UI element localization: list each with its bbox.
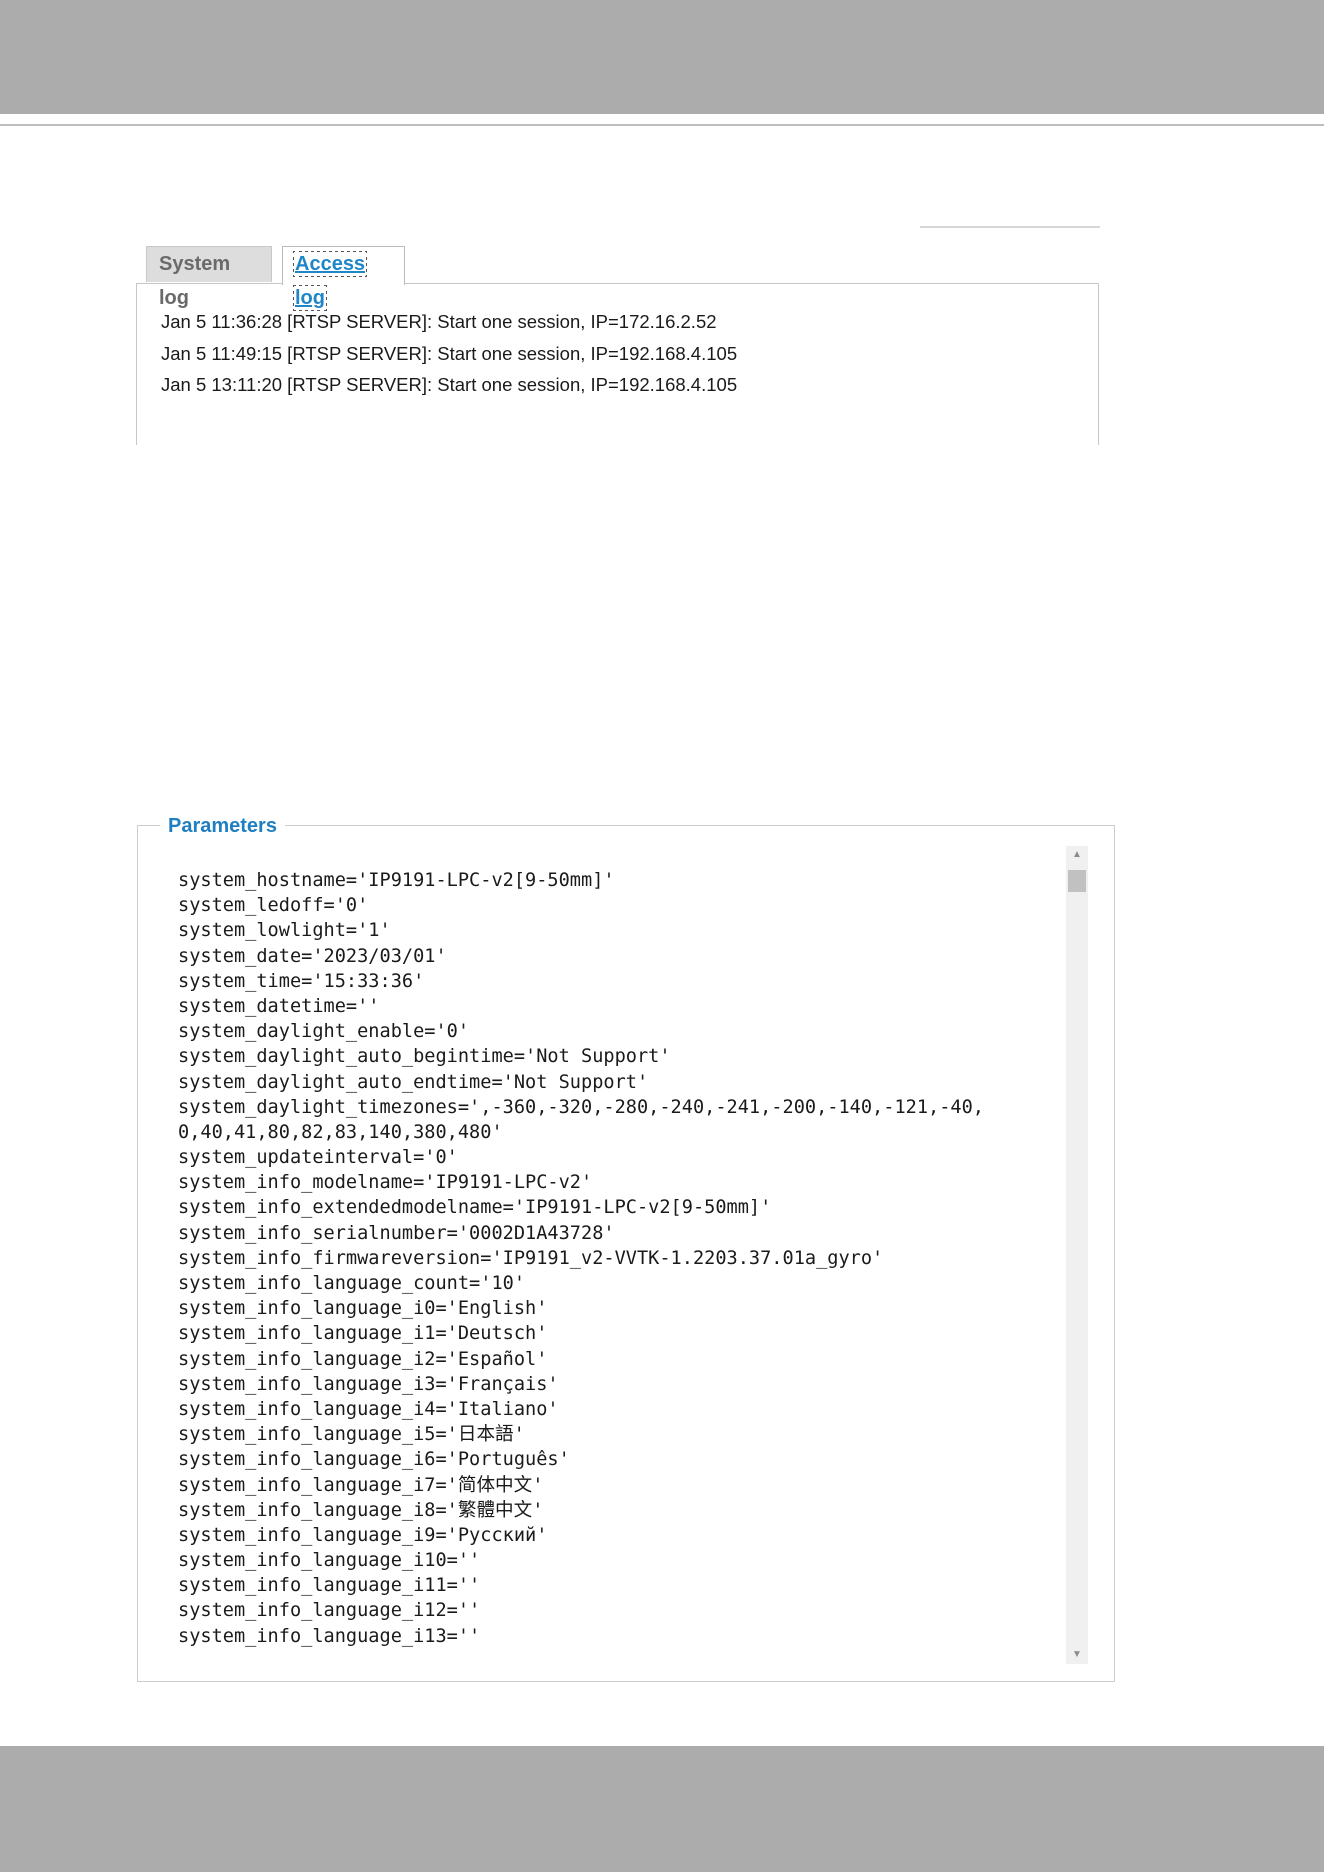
parameter-line: system_hostname='IP9191-LPC-v2[9-50mm]' <box>178 870 615 891</box>
scrollbar-thumb[interactable] <box>1068 870 1086 892</box>
parameter-line: system_info_language_i7='简体中文' <box>178 1474 544 1496</box>
parameter-line: system_info_language_i11='' <box>178 1575 481 1597</box>
parameter-line: system_info_language_i9='Русский' <box>178 1524 548 1546</box>
scroll-up-icon[interactable]: ▲ <box>1066 846 1088 864</box>
log-entry: Jan 5 11:49:15 [RTSP SERVER]: Start one … <box>161 342 738 364</box>
tab-access-log[interactable]: Access log <box>282 246 405 311</box>
parameter-line: system_info_language_i6='Português' <box>178 1449 570 1471</box>
parameter-line: system_daylight_timezones=',-360,-320,-2… <box>178 1096 984 1118</box>
parameter-line: system_daylight_auto_begintime='Not Supp… <box>178 1046 671 1068</box>
parameter-line: system_info_language_i0='English' <box>178 1298 548 1320</box>
parameter-line: system_updateinterval='0' <box>178 1147 458 1169</box>
header-divider <box>0 124 1324 126</box>
scroll-down-icon[interactable]: ▼ <box>1066 1646 1088 1664</box>
parameter-line: system_info_language_i8='繁體中文' <box>178 1499 544 1521</box>
parameter-line: 0,40,41,80,82,83,140,380,480' <box>178 1121 503 1143</box>
access-log-panel: Jan 5 11:36:28 [RTSP SERVER]: Start one … <box>136 283 1099 445</box>
parameter-line: system_info_language_i12='' <box>178 1600 481 1622</box>
access-log-list: Jan 5 11:36:28 [RTSP SERVER]: Start one … <box>161 306 737 401</box>
header-band <box>0 0 1324 114</box>
parameter-line: system_info_language_count='10' <box>178 1273 526 1294</box>
footer-band <box>0 1746 1324 1872</box>
parameter-line: system_info_language_i4='Italiano' <box>178 1398 559 1420</box>
parameter-line: system_info_language_i1='Deutsch' <box>178 1323 548 1345</box>
parameter-line: system_daylight_auto_endtime='Not Suppor… <box>178 1071 649 1093</box>
parameter-line: system_info_serialnumber='0002D1A43728' <box>178 1222 615 1244</box>
parameter-line: system_info_language_i10='' <box>178 1550 481 1572</box>
panel-top-divider <box>920 226 1100 228</box>
parameter-line: system_info_language_i2='Español' <box>178 1348 548 1370</box>
parameters-scrollbar[interactable]: ▲ ▼ <box>1066 846 1088 1664</box>
parameter-line: system_info_language_i3='Français' <box>178 1373 559 1395</box>
parameter-line: system_date='2023/03/01' <box>178 945 447 967</box>
parameters-legend: Parameters <box>160 812 285 840</box>
log-entry: Jan 5 11:36:28 [RTSP SERVER]: Start one … <box>161 311 717 332</box>
parameter-line: system_info_extendedmodelname='IP9191-LP… <box>178 1197 772 1219</box>
parameter-line: system_lowlight='1' <box>178 920 391 942</box>
parameter-line: system_info_language_i5='日本語' <box>178 1424 525 1446</box>
parameter-line: system_info_language_i13='' <box>178 1625 481 1647</box>
log-entry: Jan 5 13:11:20 [RTSP SERVER]: Start one … <box>161 374 738 395</box>
tab-system-log[interactable]: System log <box>146 246 272 309</box>
parameter-line: system_ledoff='0' <box>178 895 369 917</box>
parameter-line: system_info_firmwareversion='IP9191_v2-V… <box>178 1247 884 1269</box>
parameter-line: system_datetime='' <box>178 995 380 1017</box>
parameters-text-area[interactable]: system_hostname='IP9191-LPC-v2[9-50mm]'s… <box>178 868 1058 1649</box>
parameter-line: system_daylight_enable='0' <box>178 1021 470 1043</box>
parameter-line: system_time='15:33:36' <box>178 970 425 992</box>
parameter-line: system_info_modelname='IP9191-LPC-v2' <box>178 1172 593 1194</box>
